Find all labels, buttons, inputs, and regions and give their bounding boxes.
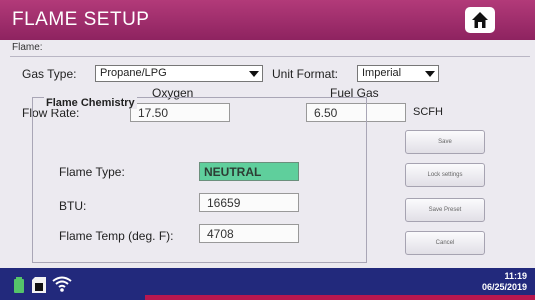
gas-type-value: Propane/LPG xyxy=(100,67,167,79)
flame-type-value: NEUTRAL xyxy=(199,162,299,181)
btu-value: 16659 xyxy=(199,193,299,212)
bottom-accent-strip xyxy=(145,295,535,300)
save-button[interactable]: Save xyxy=(405,130,485,154)
flame-temp-label: Flame Temp (deg. F): xyxy=(59,229,174,243)
flame-row: Flame: xyxy=(10,42,530,57)
unit-format-value: Imperial xyxy=(362,67,402,79)
unit-format-label: Unit Format: xyxy=(272,67,339,81)
sd-card-icon xyxy=(32,277,46,293)
page-title: FLAME SETUP xyxy=(12,9,150,30)
clock-time: 11:19 xyxy=(504,271,527,281)
flame-type-label: Flame Type: xyxy=(59,165,125,179)
unit-format-select[interactable]: Imperial xyxy=(357,65,439,82)
gas-type-label: Gas Type: xyxy=(22,67,77,81)
clock-date: 06/25/2019 xyxy=(481,282,527,292)
dropdown-arrow-icon xyxy=(249,71,259,77)
flame-chemistry-group: Flame Chemistry Flame Type: NEUTRAL BTU:… xyxy=(32,97,367,263)
flame-label: Flame: xyxy=(12,42,43,53)
flow-unit: SCFH xyxy=(413,106,443,118)
flame-setup-screen: FLAME SETUP Flame: Gas Type: Propane/LPG… xyxy=(0,0,535,300)
flame-chemistry-title: Flame Chemistry xyxy=(44,97,137,109)
home-button[interactable] xyxy=(465,7,495,33)
cancel-button[interactable]: Cancel xyxy=(405,231,485,255)
title-bar: FLAME SETUP xyxy=(0,0,535,40)
dropdown-arrow-icon xyxy=(425,71,435,77)
lock-settings-button[interactable]: Lock settings xyxy=(405,163,485,187)
btu-label: BTU: xyxy=(59,199,87,213)
battery-icon xyxy=(14,277,24,293)
gas-type-select[interactable]: Propane/LPG xyxy=(95,65,263,82)
save-preset-button[interactable]: Save Preset xyxy=(405,198,485,222)
home-icon xyxy=(472,12,488,28)
flame-temp-value: 4708 xyxy=(199,224,299,243)
clock: 11:19 06/25/2019 xyxy=(482,271,527,293)
wifi-icon xyxy=(52,276,72,292)
